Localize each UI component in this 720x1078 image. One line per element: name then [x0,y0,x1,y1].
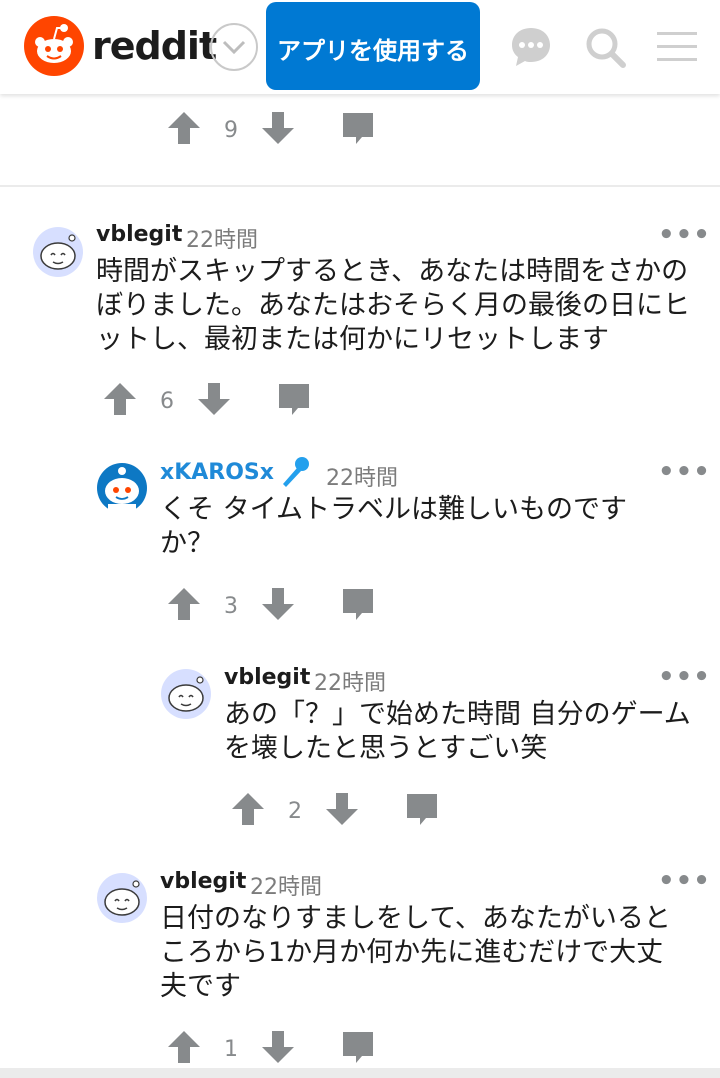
chat-icon[interactable] [508,24,554,70]
username[interactable]: vblegit [160,869,246,894]
comment-actions: 1 [166,1029,386,1073]
downvote-icon[interactable] [260,110,296,146]
comment-actions: 9 [166,110,386,154]
vote-count: 1 [224,1037,238,1062]
reply-icon[interactable] [340,110,376,146]
downvote-icon[interactable] [260,1029,296,1065]
top-header: reddit アプリを使用する [0,0,720,94]
reply-icon[interactable] [340,586,376,622]
downvote-icon[interactable] [324,791,360,827]
reply-icon[interactable] [340,1029,376,1065]
comment-actions: 6 [102,381,322,425]
comment-body: くそ タイムトラベルは難しいものですか？ [160,494,628,559]
menu-icon[interactable] [654,24,700,70]
comment-body: 日付のなりすましをして、あなたがいるところから1か月か何か先に進むだけで大丈夫で… [160,903,671,1002]
avatar[interactable] [32,226,84,278]
bottom-divider [0,1068,720,1078]
avatar[interactable] [96,872,148,924]
upvote-icon[interactable] [166,110,202,146]
downvote-icon[interactable] [260,586,296,622]
microphone-icon [283,457,309,487]
use-app-button[interactable]: アプリを使用する [266,2,480,90]
upvote-icon[interactable] [230,791,266,827]
vote-count: 2 [288,799,302,824]
more-options-icon[interactable]: ••• [658,459,711,485]
avatar[interactable] [96,462,148,514]
more-options-icon[interactable]: ••• [658,868,711,894]
upvote-icon[interactable] [166,586,202,622]
comment-body: 時間がスキップするとき、あなたは時間をさかのぼりました。あなたはおそらく月の最後… [96,256,690,355]
reddit-logo-icon[interactable] [24,16,84,76]
upvote-icon[interactable] [166,1029,202,1065]
timestamp: 22時間 [250,875,322,900]
vote-count: 9 [224,118,238,143]
divider [0,185,720,187]
timestamp: 22時間 [314,671,386,696]
timestamp: 22時間 [186,228,258,253]
reddit-wordmark[interactable]: reddit [92,18,217,74]
reply-icon[interactable] [404,791,440,827]
chevron-down-icon[interactable] [210,23,258,71]
username[interactable]: vblegit [224,665,310,690]
more-options-icon[interactable]: ••• [658,664,711,690]
reply-icon[interactable] [276,381,312,417]
comment-body: あの「？」で始めた時間 自分のゲームを壊したと思うとすごい笑 [224,699,691,764]
comment-actions: 3 [166,586,386,630]
username[interactable]: vblegit [96,222,182,247]
search-icon[interactable] [582,24,628,70]
avatar[interactable] [160,668,212,720]
comment-actions: 2 [230,791,450,835]
more-options-icon[interactable]: ••• [658,222,711,248]
username[interactable]: xKAROSx [160,460,274,485]
vote-count: 6 [160,389,174,414]
vote-count: 3 [224,594,238,619]
timestamp: 22時間 [326,466,398,491]
downvote-icon[interactable] [196,381,232,417]
upvote-icon[interactable] [102,381,138,417]
